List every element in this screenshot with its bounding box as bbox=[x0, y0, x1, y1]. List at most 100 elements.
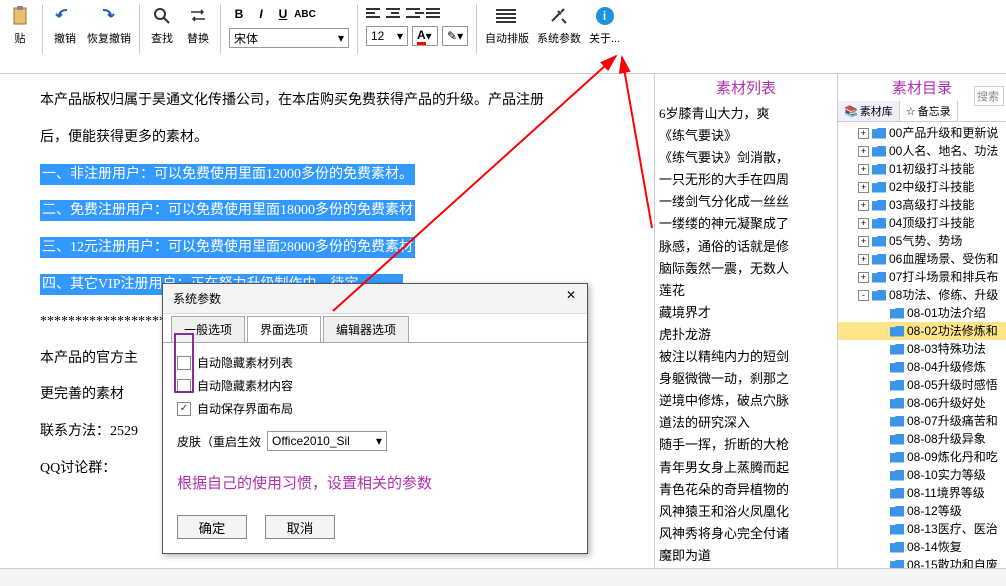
skin-label: 皮肤（重启生效 bbox=[177, 433, 261, 450]
tab-ui[interactable]: 界面选项 bbox=[247, 316, 321, 342]
tree-row[interactable]: 08-08升级异象 bbox=[838, 430, 1006, 448]
list-item[interactable]: 青色花朵的奇异植物的 bbox=[659, 479, 833, 501]
list-item[interactable]: 随手一挥，折断的大枪 bbox=[659, 434, 833, 456]
bold-button[interactable]: B bbox=[229, 4, 249, 24]
sysparam-button[interactable]: 系统参数 bbox=[537, 4, 581, 46]
align-right-icon[interactable] bbox=[406, 4, 424, 22]
list-item[interactable]: 被注以精纯内力的短剑 bbox=[659, 346, 833, 368]
editor-text: QQ讨论群： bbox=[40, 461, 116, 476]
tab-editor[interactable]: 编辑器选项 bbox=[323, 316, 409, 342]
expand-icon[interactable]: + bbox=[858, 272, 869, 283]
autolayout-button[interactable]: 自动排版 bbox=[485, 4, 529, 46]
tree-label: 08-03特殊功法 bbox=[907, 340, 986, 358]
list-item[interactable]: 藏境界才 bbox=[659, 302, 833, 324]
list-item[interactable]: 风神猿王和浴火凤凰化 bbox=[659, 501, 833, 523]
tree-row[interactable]: +00产品升级和更新说 bbox=[838, 124, 1006, 142]
tree-row[interactable]: 08-14恢复 bbox=[838, 538, 1006, 556]
align-left-icon[interactable] bbox=[366, 4, 384, 22]
close-icon[interactable]: ✕ bbox=[561, 288, 581, 302]
tree-row[interactable]: +07打斗场景和排兵布 bbox=[838, 268, 1006, 286]
checkbox-save-layout[interactable]: ✓ bbox=[177, 402, 191, 416]
tab-general[interactable]: 一般选项 bbox=[171, 316, 245, 342]
align-justify-icon[interactable] bbox=[426, 4, 444, 22]
list-item[interactable]: 身躯微微一动，刹那之 bbox=[659, 368, 833, 390]
folder-icon bbox=[890, 398, 904, 409]
folder-icon bbox=[890, 542, 904, 553]
expand-icon[interactable]: + bbox=[858, 182, 869, 193]
list-item[interactable]: 《练气要诀》剑消散， bbox=[659, 147, 833, 169]
font-select[interactable]: 宋体▾ bbox=[229, 28, 349, 48]
redo-button[interactable]: 恢复撤销 bbox=[87, 4, 131, 46]
undo-button[interactable]: 撤销 bbox=[51, 4, 79, 46]
expand-icon[interactable]: + bbox=[858, 254, 869, 265]
list-item[interactable]: 虎扑龙游 bbox=[659, 324, 833, 346]
paste-button[interactable]: 贴 bbox=[6, 4, 34, 46]
expand-icon[interactable]: + bbox=[858, 146, 869, 157]
checkbox-hide-content[interactable] bbox=[177, 379, 191, 393]
list-item[interactable]: 一缕剑气分化成一丝丝 bbox=[659, 191, 833, 213]
skin-select[interactable]: Office2010_Sil▾ bbox=[267, 431, 387, 451]
tree-row[interactable]: 08-13医疗、医治 bbox=[838, 520, 1006, 538]
expand-icon[interactable]: - bbox=[858, 290, 869, 301]
list-item[interactable]: 一缕缕的神元凝聚成了 bbox=[659, 213, 833, 235]
strike-button[interactable]: ABC bbox=[295, 4, 315, 24]
tab-memo[interactable]: ☆ 备忘录 bbox=[900, 101, 958, 121]
expand-icon[interactable]: + bbox=[858, 218, 869, 229]
tree-row[interactable]: +01初级打斗技能 bbox=[838, 160, 1006, 178]
folder-icon bbox=[890, 488, 904, 499]
tree-row[interactable]: 08-03特殊功法 bbox=[838, 340, 1006, 358]
dialog-caption: 根据自己的使用习惯，设置相关的参数 bbox=[177, 472, 573, 493]
font-color-button[interactable]: A▾ bbox=[412, 26, 438, 46]
tree-label: 08-01功法介绍 bbox=[907, 304, 986, 322]
list-item[interactable]: 青年男女身上蒸腾而起 bbox=[659, 457, 833, 479]
tree-row[interactable]: +02中级打斗技能 bbox=[838, 178, 1006, 196]
expand-icon[interactable]: + bbox=[858, 128, 869, 139]
list-item[interactable]: 莲花 bbox=[659, 280, 833, 302]
highlight-button[interactable]: ✎▾ bbox=[442, 26, 468, 46]
tree-row[interactable]: -08功法、修练、升级 bbox=[838, 286, 1006, 304]
italic-button[interactable]: I bbox=[251, 4, 271, 24]
tab-library[interactable]: 📚 素材库 bbox=[838, 101, 900, 121]
find-button[interactable]: 查找 bbox=[148, 4, 176, 46]
material-tree[interactable]: +00产品升级和更新说+00人名、地名、功法+01初级打斗技能+02中级打斗技能… bbox=[838, 122, 1006, 586]
list-item[interactable]: 6岁膝青山大力，爽 bbox=[659, 103, 833, 125]
search-input[interactable]: 搜索 bbox=[974, 86, 1004, 106]
tree-row[interactable]: 08-06升级好处 bbox=[838, 394, 1006, 412]
tree-row[interactable]: 08-10实力等级 bbox=[838, 466, 1006, 484]
tree-row[interactable]: 08-11境界等级 bbox=[838, 484, 1006, 502]
list-item[interactable]: 风神秀将身心完全付诸 bbox=[659, 523, 833, 545]
material-list[interactable]: 6岁膝青山大力，爽《练气要诀》《练气要诀》剑消散，一只无形的大手在四周一缕剑气分… bbox=[655, 101, 837, 586]
size-select[interactable]: 12▾ bbox=[366, 26, 408, 46]
tree-row[interactable]: 08-12等级 bbox=[838, 502, 1006, 520]
list-item[interactable]: 道法的研究深入 bbox=[659, 412, 833, 434]
about-button[interactable]: i 关于... bbox=[589, 4, 620, 46]
expand-icon[interactable]: + bbox=[858, 164, 869, 175]
tree-row[interactable]: +00人名、地名、功法 bbox=[838, 142, 1006, 160]
tree-row[interactable]: +06血腥场景、受伤和 bbox=[838, 250, 1006, 268]
tree-row[interactable]: +04顶级打斗技能 bbox=[838, 214, 1006, 232]
cancel-button[interactable]: 取消 bbox=[265, 515, 335, 539]
list-item[interactable]: 脑际轰然一震，无数人 bbox=[659, 258, 833, 280]
tree-row[interactable]: 08-09炼化丹和吃 bbox=[838, 448, 1006, 466]
replace-button[interactable]: 替换 bbox=[184, 4, 212, 46]
underline-button[interactable]: U bbox=[273, 4, 293, 24]
align-center-icon[interactable] bbox=[386, 4, 404, 22]
tree-row[interactable]: 08-01功法介绍 bbox=[838, 304, 1006, 322]
tree-row[interactable]: +05气势、势场 bbox=[838, 232, 1006, 250]
dialog-titlebar[interactable]: 系统参数 ✕ bbox=[163, 284, 587, 314]
expand-icon[interactable]: + bbox=[858, 200, 869, 211]
tree-row[interactable]: +03高级打斗技能 bbox=[838, 196, 1006, 214]
tree-row[interactable]: 08-05升级时感悟 bbox=[838, 376, 1006, 394]
list-item[interactable]: 《练气要诀》 bbox=[659, 125, 833, 147]
folder-icon bbox=[890, 434, 904, 445]
tree-row[interactable]: 08-07升级痛苦和 bbox=[838, 412, 1006, 430]
expand-icon[interactable]: + bbox=[858, 236, 869, 247]
list-item[interactable]: 脉感，通俗的话就是修 bbox=[659, 236, 833, 258]
checkbox-hide-list[interactable] bbox=[177, 356, 191, 370]
list-item[interactable]: 一只无形的大手在四周 bbox=[659, 169, 833, 191]
tree-row[interactable]: 08-02功法修炼和 bbox=[838, 322, 1006, 340]
ok-button[interactable]: 确定 bbox=[177, 515, 247, 539]
list-item[interactable]: 逆境中修炼，破点穴脉 bbox=[659, 390, 833, 412]
list-item[interactable]: 魔即为道 bbox=[659, 545, 833, 567]
tree-row[interactable]: 08-04升级修炼 bbox=[838, 358, 1006, 376]
